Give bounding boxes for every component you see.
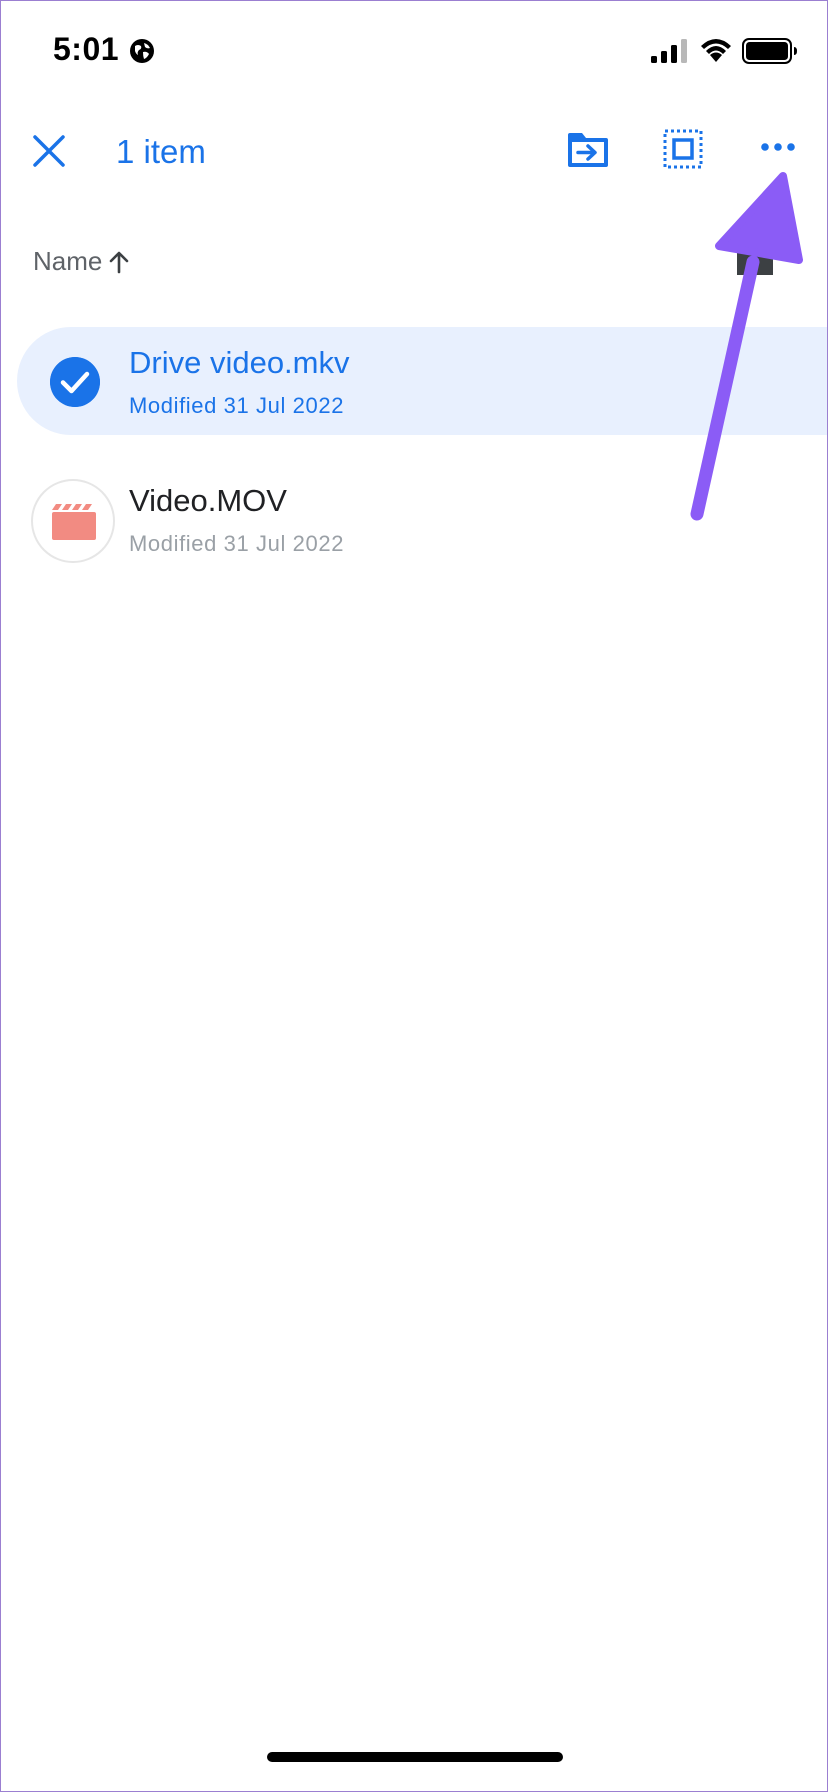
file-thumbnail: [31, 479, 115, 563]
battery-icon: [742, 38, 797, 64]
home-indicator[interactable]: [267, 1752, 563, 1762]
screen: 5:01 1 item Name Drive video.mkv Modifie…: [0, 0, 828, 1792]
sort-label: Name: [33, 246, 103, 276]
globe-icon: [130, 39, 154, 63]
wifi-icon: [701, 39, 731, 62]
video-clapper-icon: [52, 504, 96, 540]
file-name: Drive video.mkv: [129, 345, 350, 380]
more-options-icon[interactable]: [761, 141, 795, 153]
selection-count: 1 item: [116, 133, 206, 170]
select-all-icon[interactable]: [663, 129, 703, 169]
file-modified-date: Modified 31 Jul 2022: [129, 531, 345, 556]
arrow-up-icon: [110, 251, 129, 273]
signal-icon: [651, 39, 687, 63]
list-view-icon[interactable]: [737, 253, 773, 275]
status-bar: 5:01: [1, 1, 827, 101]
sort-by-name-button[interactable]: Name: [33, 246, 130, 277]
selection-toolbar: 1 item: [1, 111, 827, 191]
move-to-folder-icon[interactable]: [566, 131, 610, 169]
file-row[interactable]: Video.MOV Modified 31 Jul 2022: [17, 463, 827, 571]
file-row[interactable]: Drive video.mkv Modified 31 Jul 2022: [17, 327, 827, 435]
check-circle-icon: [50, 357, 100, 407]
file-modified-date: Modified 31 Jul 2022: [129, 393, 345, 418]
file-name: Video.MOV: [129, 483, 287, 518]
close-icon[interactable]: [29, 131, 69, 171]
status-time: 5:01: [53, 31, 120, 67]
